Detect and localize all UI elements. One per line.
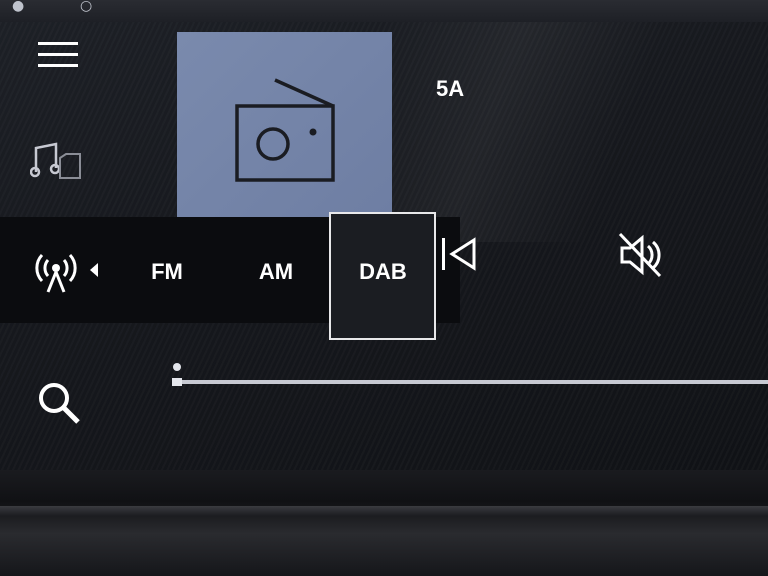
caret-left-icon	[90, 263, 98, 277]
search-button[interactable]	[36, 380, 82, 426]
antenna-icon	[35, 253, 77, 293]
band-dab[interactable]: DAB	[331, 254, 435, 290]
volume-mute-icon	[618, 232, 662, 278]
previous-station-button[interactable]	[440, 232, 480, 276]
tuning-marker	[173, 363, 181, 371]
station-artwork	[177, 32, 392, 220]
music-source-icon[interactable]	[29, 140, 84, 184]
screen-bezel	[0, 470, 768, 576]
radio-icon	[235, 78, 335, 182]
bezel-edge	[0, 506, 768, 516]
station-name: 5A	[436, 76, 465, 101]
antenna-button[interactable]	[32, 252, 104, 296]
status-icon: ●	[12, 0, 25, 14]
status-icon: ○	[80, 0, 93, 14]
tuning-slider[interactable]	[172, 380, 768, 384]
status-bar: ● ○	[0, 0, 768, 22]
tuning-slider-handle[interactable]	[172, 378, 182, 386]
mute-button[interactable]	[616, 232, 664, 278]
menu-icon[interactable]	[38, 40, 78, 70]
band-am[interactable]: AM	[246, 254, 306, 290]
skip-previous-icon	[442, 237, 476, 271]
search-icon	[39, 383, 80, 424]
screen-glare	[380, 22, 768, 242]
band-fm[interactable]: FM	[138, 254, 196, 290]
infotainment-screen: ● ○ 5A FM AM DAB	[0, 0, 768, 576]
